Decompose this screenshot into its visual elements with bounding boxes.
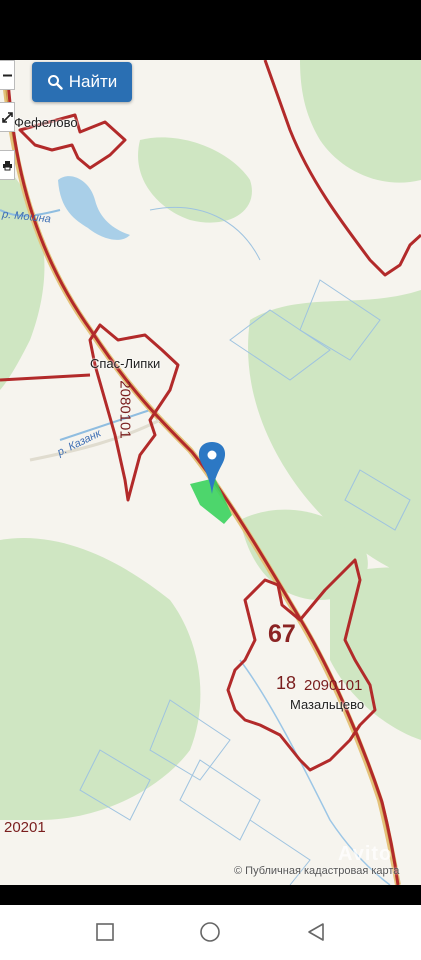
map-canvas	[0, 60, 421, 885]
search-icon	[47, 75, 63, 90]
back-button[interactable]	[305, 921, 327, 943]
status-bar	[0, 0, 421, 60]
triangle-back-icon	[308, 923, 324, 941]
cadastral-label-67: 67	[268, 620, 296, 648]
cadastral-map[interactable]: Найти Фефелово р. Мошна Спас-Липки 20801…	[0, 60, 421, 885]
settlement-label-fefelovo: Фефелово	[14, 115, 78, 130]
settlement-label-spas-lipki: Спас-Липки	[90, 356, 161, 371]
print-button[interactable]	[0, 150, 15, 180]
cadastral-label-18: 18	[276, 673, 297, 693]
cadastral-label-20201: 20201	[4, 819, 46, 836]
minus-icon	[2, 74, 12, 76]
zoom-out-button[interactable]	[0, 60, 15, 90]
square-icon	[96, 923, 114, 941]
fullscreen-button[interactable]	[0, 102, 15, 132]
nav-bar-top-strip	[0, 885, 421, 905]
printer-icon	[2, 160, 12, 170]
search-button[interactable]: Найти	[32, 62, 132, 102]
avito-watermark: Avito	[338, 843, 393, 865]
cadastral-label-2090101: 2090101	[304, 677, 363, 694]
circle-icon	[200, 922, 220, 942]
recents-button[interactable]	[94, 921, 116, 943]
navigation-bar	[0, 885, 421, 960]
expand-icon	[1, 111, 13, 123]
home-button[interactable]	[199, 921, 221, 943]
search-button-label: Найти	[68, 72, 118, 91]
map-attribution: © Публичная кадастровая карта	[234, 865, 400, 877]
settlement-label-mazaltsevo: Мазальцево	[290, 697, 365, 712]
cadastral-label-2080101: 2080101	[116, 380, 134, 439]
